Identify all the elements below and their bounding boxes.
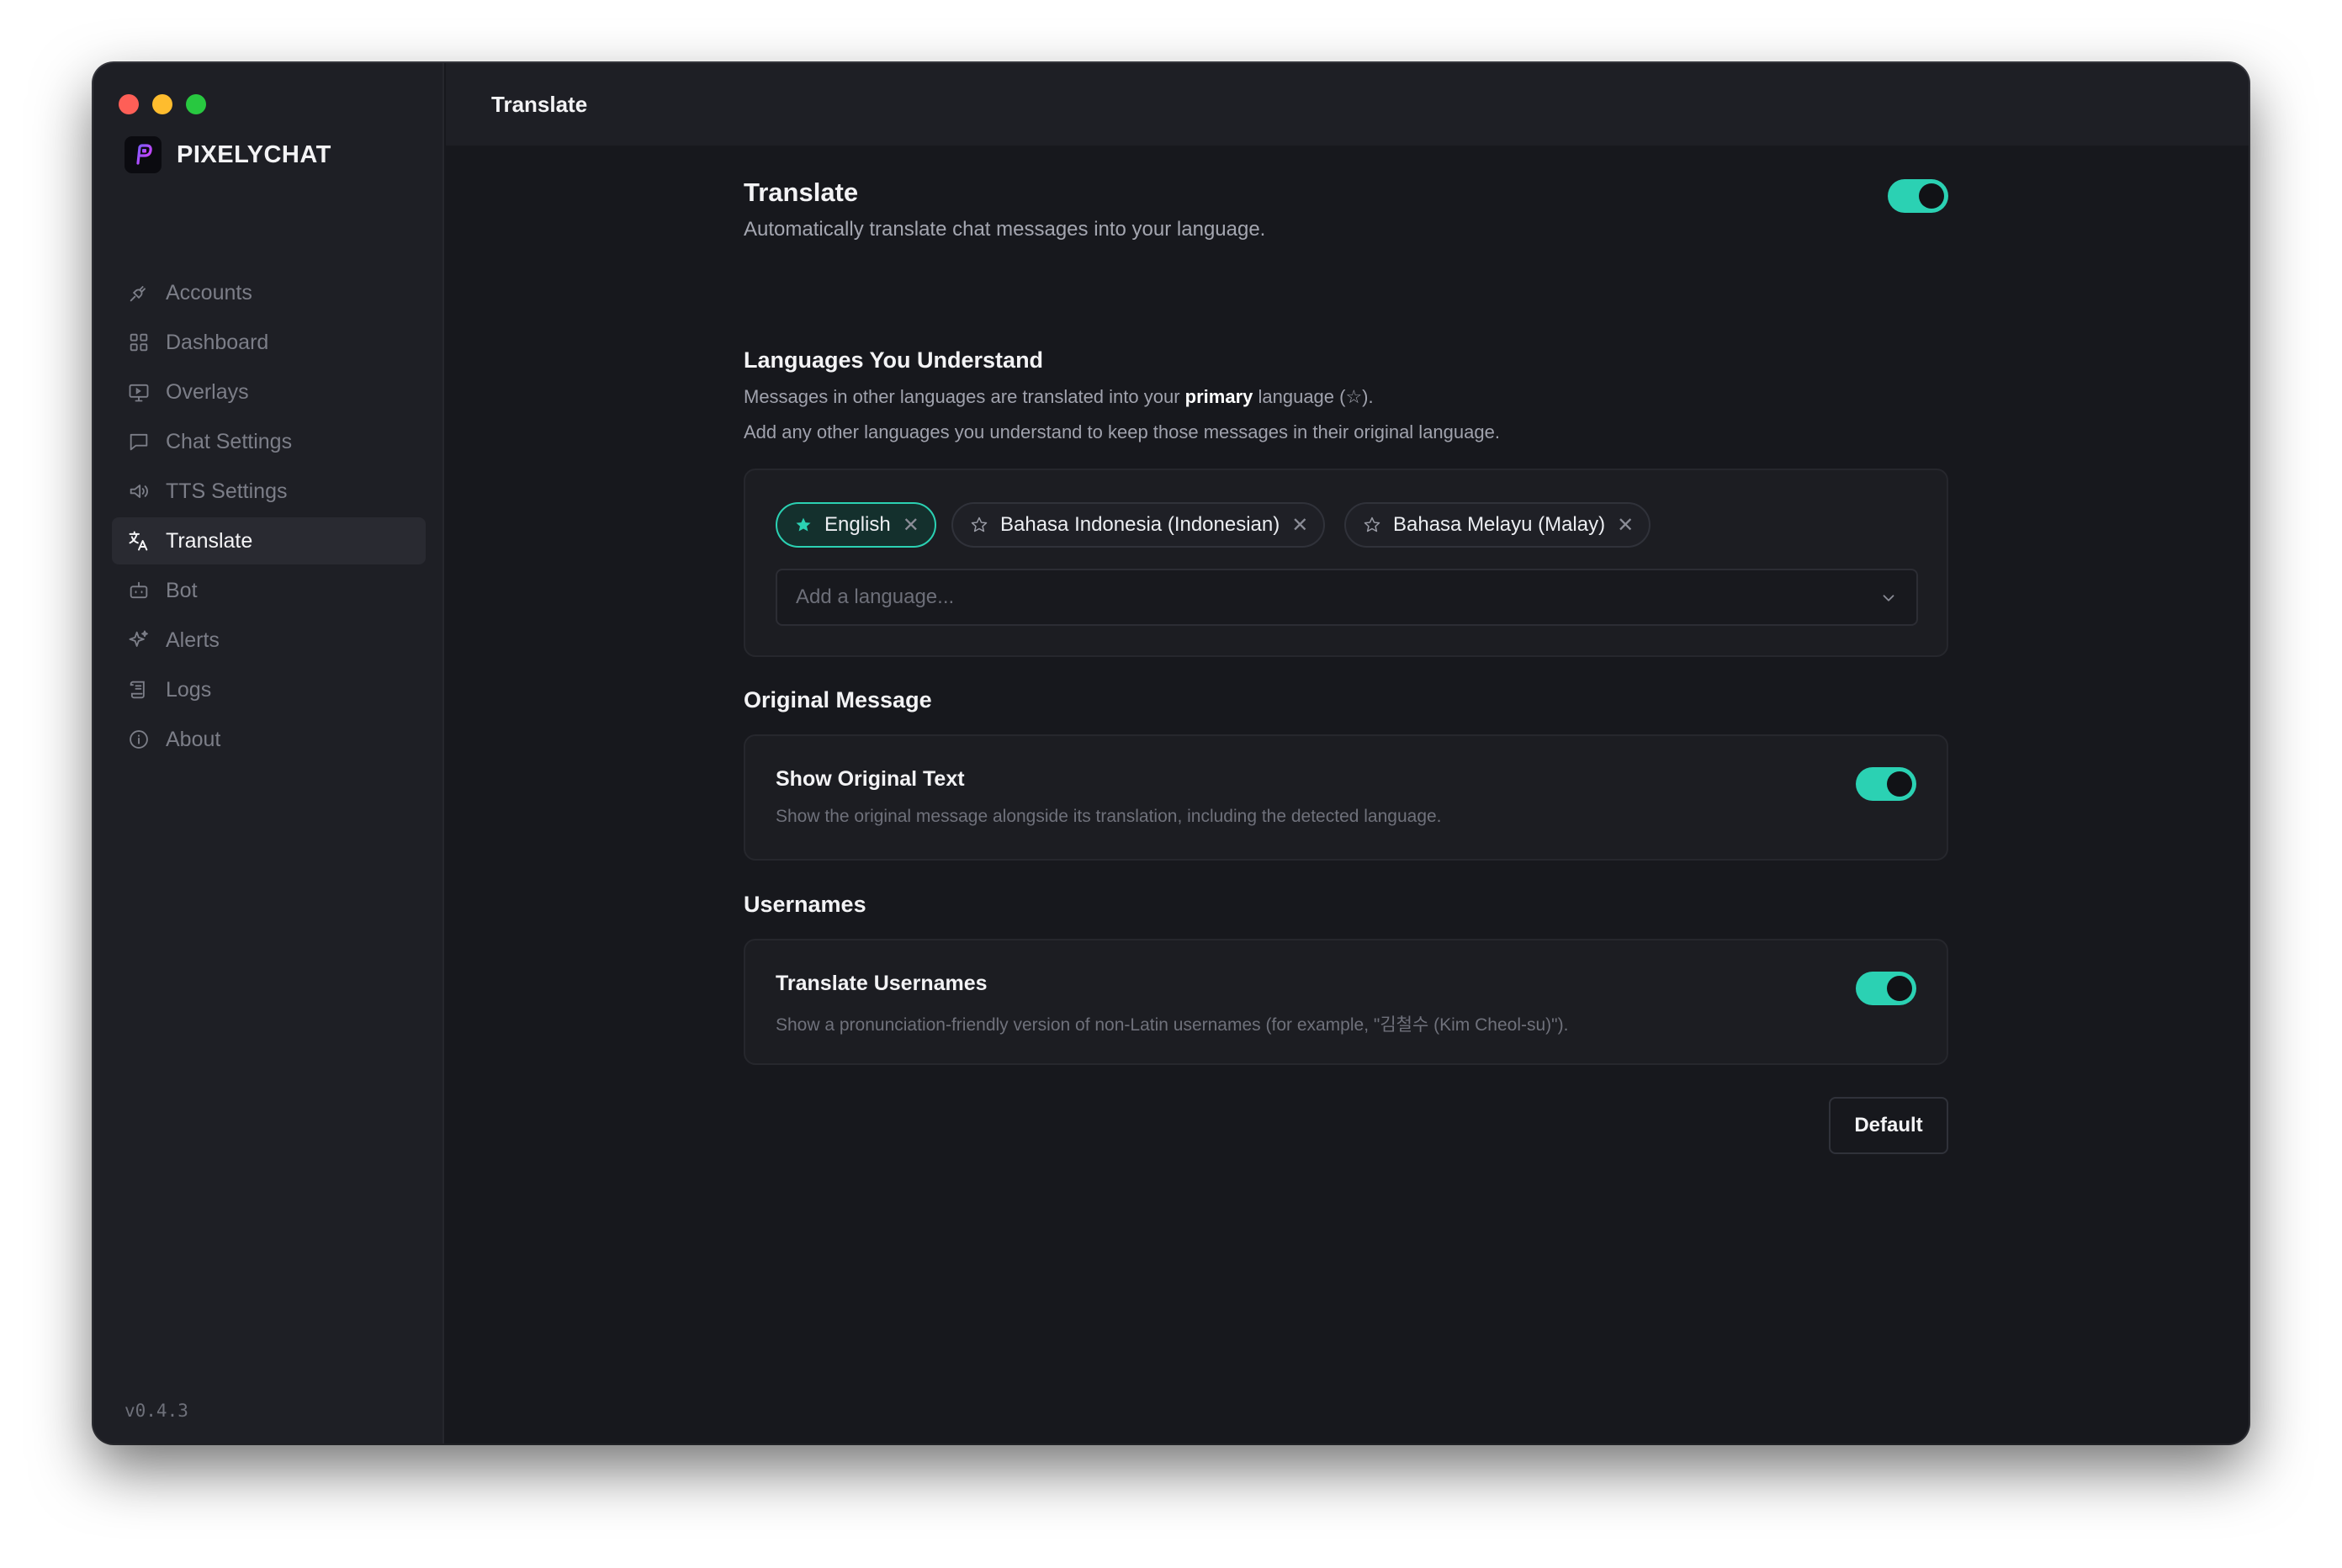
- remove-chip-icon[interactable]: ✕: [903, 513, 919, 538]
- desc-text: language (☆).: [1253, 386, 1374, 407]
- sidebar-item-label: TTS Settings: [166, 479, 288, 503]
- remove-chip-icon[interactable]: ✕: [1617, 513, 1634, 538]
- original-message-card: Show Original Text Show the original mes…: [744, 734, 1948, 861]
- page-title: Translate: [491, 91, 588, 117]
- desc-bold: primary: [1184, 386, 1253, 407]
- chat-icon: [127, 430, 151, 453]
- sidebar-item-bot[interactable]: Bot: [112, 567, 426, 614]
- sidebar-item-overlays[interactable]: Overlays: [112, 368, 426, 416]
- window-controls: [119, 94, 206, 114]
- sidebar-item-about[interactable]: About: [112, 716, 426, 763]
- star-outline-icon[interactable]: [970, 516, 988, 534]
- star-outline-icon[interactable]: [1363, 516, 1381, 534]
- sidebar-item-label: Accounts: [166, 280, 252, 305]
- toggle-knob: [1887, 771, 1912, 797]
- sidebar-item-accounts[interactable]: Accounts: [112, 269, 426, 316]
- section-description: Automatically translate chat messages in…: [744, 218, 1266, 241]
- info-icon: [127, 728, 151, 751]
- sidebar-item-label: Bot: [166, 578, 198, 602]
- sidebar-item-tts-settings[interactable]: TTS Settings: [112, 468, 426, 515]
- chip-label: English: [824, 513, 891, 536]
- usernames-card: Translate Usernames Show a pronunciation…: [744, 939, 1948, 1065]
- usernames-heading: Usernames: [744, 892, 866, 917]
- minimize-window-button[interactable]: [152, 94, 172, 114]
- app-version: v0.4.3: [125, 1401, 188, 1421]
- languages-card: English ✕ Bahasa Indonesia (Indonesian) …: [744, 469, 1948, 657]
- desc-text: Messages in other languages are translat…: [744, 386, 1185, 407]
- sidebar-nav: Accounts Dashboard Overlays Chat Setting…: [112, 269, 426, 765]
- sidebar-item-label: About: [166, 727, 221, 751]
- sidebar-item-label: Dashboard: [166, 330, 269, 354]
- app-window: PIXELYCHAT Accounts Dashboard Overlays C…: [93, 63, 2249, 1444]
- app-name: PIXELYCHAT: [177, 140, 331, 168]
- grid-icon: [127, 331, 151, 354]
- sidebar-item-label: Translate: [166, 528, 253, 553]
- remove-chip-icon[interactable]: ✕: [1291, 513, 1308, 538]
- chip-label: Bahasa Melayu (Malay): [1393, 513, 1606, 536]
- star-filled-icon[interactable]: [794, 516, 813, 534]
- language-chip-malay[interactable]: Bahasa Melayu (Malay) ✕: [1344, 502, 1651, 548]
- plug-icon: [127, 281, 151, 305]
- toggle-knob: [1919, 183, 1944, 209]
- close-window-button[interactable]: [119, 94, 139, 114]
- languages-heading: Languages You Understand: [744, 347, 1044, 373]
- add-language-select[interactable]: Add a language...: [776, 569, 1918, 626]
- language-chip-indonesian[interactable]: Bahasa Indonesia (Indonesian) ✕: [951, 502, 1326, 548]
- language-chip-english[interactable]: English ✕: [776, 502, 936, 548]
- chevron-down-icon: [1883, 595, 1894, 601]
- title-bar: Translate: [446, 63, 2249, 146]
- default-button[interactable]: Default: [1829, 1097, 1948, 1154]
- app-logo-icon: [125, 136, 162, 173]
- languages-description-line1: Messages in other languages are translat…: [744, 386, 1374, 408]
- translate-icon: [127, 529, 151, 553]
- sidebar-item-dashboard[interactable]: Dashboard: [112, 319, 426, 366]
- translate-toggle[interactable]: [1888, 179, 1948, 213]
- brand: PIXELYCHAT: [125, 136, 331, 173]
- sparkles-icon: [127, 628, 151, 652]
- setting-description: Show a pronunciation-friendly version of…: [776, 1015, 1569, 1035]
- sidebar-item-label: Overlays: [166, 379, 249, 404]
- maximize-window-button[interactable]: [186, 94, 206, 114]
- sidebar: PIXELYCHAT Accounts Dashboard Overlays C…: [93, 63, 444, 1444]
- sidebar-item-translate[interactable]: Translate: [112, 517, 426, 564]
- scroll-icon: [127, 678, 151, 702]
- show-original-toggle[interactable]: [1856, 767, 1916, 801]
- bot-icon: [127, 579, 151, 602]
- sidebar-item-logs[interactable]: Logs: [112, 666, 426, 713]
- chip-label: Bahasa Indonesia (Indonesian): [1000, 513, 1280, 536]
- sidebar-item-alerts[interactable]: Alerts: [112, 617, 426, 664]
- speaker-icon: [127, 479, 151, 503]
- setting-title: Show Original Text: [776, 767, 965, 791]
- original-message-heading: Original Message: [744, 687, 932, 712]
- setting-title: Translate Usernames: [776, 972, 988, 995]
- sidebar-item-label: Chat Settings: [166, 429, 293, 453]
- setting-description: Show the original message alongside its …: [776, 807, 1442, 826]
- sidebar-item-label: Alerts: [166, 628, 220, 652]
- sidebar-item-chat-settings[interactable]: Chat Settings: [112, 418, 426, 465]
- languages-description-line2: Add any other languages you understand t…: [744, 421, 1500, 442]
- sidebar-item-label: Logs: [166, 677, 212, 702]
- monitor-icon: [127, 380, 151, 404]
- toggle-knob: [1887, 976, 1912, 1001]
- section-title: Translate: [744, 177, 859, 207]
- select-placeholder: Add a language...: [796, 585, 955, 608]
- translate-usernames-toggle[interactable]: [1856, 972, 1916, 1005]
